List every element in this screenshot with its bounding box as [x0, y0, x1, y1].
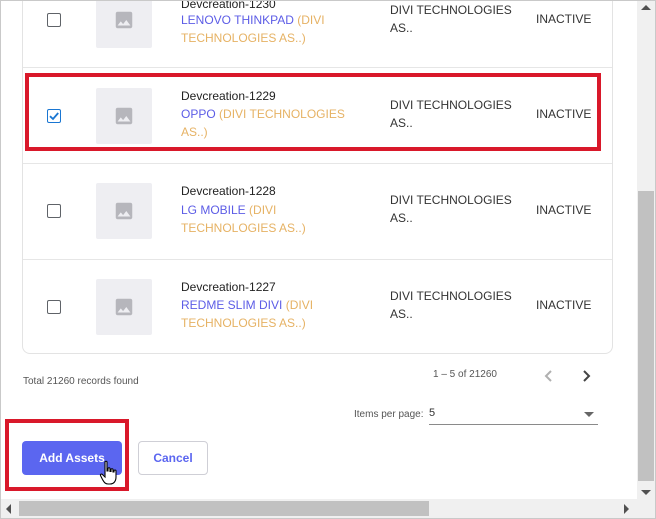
asset-name: LG MOBILE (DIVI TECHNOLOGIES AS..)	[181, 201, 351, 237]
items-per-page-label: Items per page:	[354, 409, 424, 420]
hand-pointer-icon	[99, 460, 117, 485]
scroll-left-icon[interactable]	[6, 504, 11, 514]
next-page-button[interactable]	[576, 366, 596, 386]
selected-row-highlight	[25, 73, 601, 151]
asset-company: DIVI TECHNOLOGIES AS..	[390, 289, 512, 321]
asset-company: DIVI TECHNOLOGIES AS..	[390, 193, 512, 225]
dropdown-caret-icon	[584, 412, 594, 417]
asset-model-link[interactable]: LG MOBILE	[181, 203, 246, 217]
total-records: Total 21260 records found	[23, 376, 139, 387]
asset-title: Devcreation-1227	[181, 280, 276, 294]
items-per-page-select[interactable]: 5	[429, 403, 598, 425]
image-placeholder-icon	[115, 11, 133, 29]
asset-picker-dialog: Devcreation-1230 LENOVO THINKPAD (DIVI T…	[0, 0, 656, 519]
scroll-up-icon[interactable]	[641, 5, 651, 10]
table-row[interactable]: Devcreation-1228 LG MOBILE (DIVI TECHNOL…	[23, 163, 612, 260]
scroll-right-icon[interactable]	[624, 504, 629, 514]
asset-name: LENOVO THINKPAD (DIVI TECHNOLOGIES AS..)	[181, 11, 351, 47]
chevron-right-icon	[583, 370, 591, 382]
horizontal-scrollbar[interactable]	[1, 499, 637, 518]
asset-thumbnail	[96, 279, 152, 335]
vertical-scroll-thumb[interactable]	[638, 191, 654, 481]
table-row[interactable]: Devcreation-1230 LENOVO THINKPAD (DIVI T…	[23, 1, 612, 68]
horizontal-scroll-thumb[interactable]	[19, 501, 429, 516]
asset-table: Devcreation-1230 LENOVO THINKPAD (DIVI T…	[22, 1, 613, 354]
asset-model-link[interactable]: LENOVO THINKPAD	[181, 13, 294, 27]
asset-title: Devcreation-1228	[181, 184, 276, 198]
asset-thumbnail	[96, 183, 152, 239]
chevron-left-icon	[544, 370, 552, 382]
row-checkbox[interactable]	[47, 13, 61, 27]
items-per-page-value: 5	[429, 407, 436, 419]
asset-thumbnail	[96, 1, 152, 48]
asset-status: INACTIVE	[536, 12, 592, 26]
cancel-button[interactable]: Cancel	[138, 441, 208, 475]
prev-page-button[interactable]	[539, 366, 559, 386]
asset-model-link[interactable]: REDME SLIM DIVI	[181, 298, 282, 312]
asset-company: DIVI TECHNOLOGIES AS..	[390, 3, 512, 35]
asset-name: REDME SLIM DIVI (DIVI TECHNOLOGIES AS..)	[181, 296, 351, 332]
scrollbar-corner	[637, 499, 655, 518]
image-placeholder-icon	[115, 298, 133, 316]
row-checkbox[interactable]	[47, 300, 61, 314]
pagination-range: 1 – 5 of 21260	[433, 369, 497, 380]
row-checkbox[interactable]	[47, 204, 61, 218]
table-row[interactable]: Devcreation-1227 REDME SLIM DIVI (DIVI T…	[23, 259, 612, 355]
asset-status: INACTIVE	[536, 298, 592, 312]
vertical-scrollbar[interactable]	[637, 1, 655, 499]
scroll-down-icon[interactable]	[641, 490, 651, 495]
asset-status: INACTIVE	[536, 203, 592, 217]
image-placeholder-icon	[115, 202, 133, 220]
